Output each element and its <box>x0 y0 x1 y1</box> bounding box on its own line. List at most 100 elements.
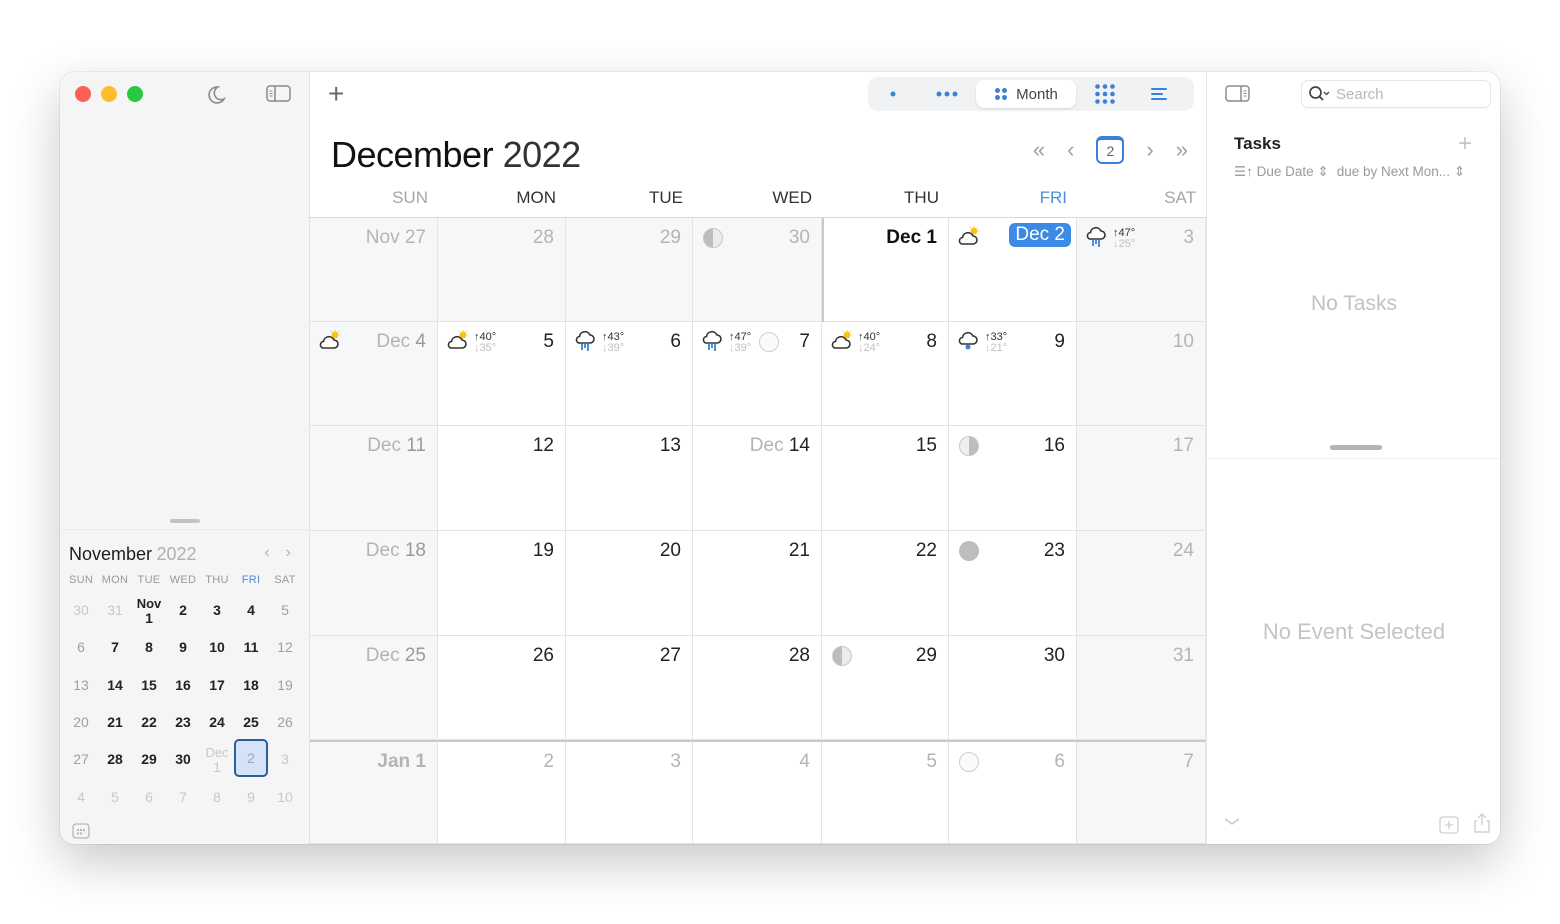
next-year-button[interactable]: » <box>1176 137 1188 163</box>
mini-day[interactable]: 10 <box>268 778 302 815</box>
mini-day[interactable]: 15 <box>132 667 166 704</box>
mini-day[interactable]: 18 <box>234 667 268 704</box>
view-list-button[interactable] <box>1134 80 1184 108</box>
day-cell[interactable]: 15 <box>822 426 949 531</box>
previous-year-button[interactable]: « <box>1033 137 1045 163</box>
day-cell[interactable]: 2 <box>438 740 566 844</box>
mini-day[interactable]: 3 <box>268 741 302 778</box>
search-field[interactable] <box>1301 80 1491 108</box>
moon-icon[interactable] <box>205 84 227 111</box>
mini-day[interactable]: 23 <box>166 704 200 741</box>
mini-day-selected[interactable]: 2 <box>234 739 268 778</box>
zoom-window-button[interactable] <box>127 86 143 102</box>
mini-day[interactable]: 16 <box>166 667 200 704</box>
day-cell[interactable]: 5 ↑40° ↓35° <box>438 322 566 426</box>
mini-day[interactable]: 4 <box>64 778 98 815</box>
day-cell[interactable]: Dec 14 <box>693 426 822 531</box>
day-cell[interactable]: 19 <box>438 531 566 636</box>
calendar-grid-icon[interactable] <box>72 822 90 844</box>
mini-day[interactable]: 10 <box>200 629 234 666</box>
mini-day[interactable]: 12 <box>268 629 302 666</box>
mini-day[interactable]: 29 <box>132 741 166 778</box>
share-icon[interactable] <box>1473 812 1491 839</box>
day-cell[interactable]: 30 <box>949 636 1077 740</box>
sidebar-toggle-icon[interactable] <box>266 84 292 109</box>
mini-day[interactable]: 14 <box>98 667 132 704</box>
day-cell[interactable]: 10 <box>1077 322 1206 426</box>
day-cell[interactable]: Dec 1 <box>822 218 949 322</box>
day-cell[interactable]: 7 ↑47° ↓39° <box>693 322 822 426</box>
panel-resize-handle[interactable] <box>1330 445 1382 450</box>
mini-day[interactable]: 2 <box>166 592 200 629</box>
day-cell[interactable]: 24 <box>1077 531 1206 636</box>
day-cell[interactable]: Dec 4 <box>310 322 438 426</box>
mini-day[interactable]: 13 <box>64 667 98 704</box>
sort-button[interactable]: ☰↑ Due Date ⇕ <box>1234 164 1329 180</box>
mini-day[interactable]: 30 <box>166 741 200 778</box>
mini-day[interactable]: 31 <box>98 592 132 629</box>
day-cell[interactable]: Dec 18 <box>310 531 438 636</box>
close-window-button[interactable] <box>75 86 91 102</box>
mini-prev-month-button[interactable]: ‹ <box>264 544 269 562</box>
day-cell[interactable]: 26 <box>438 636 566 740</box>
mini-day[interactable]: 5 <box>98 778 132 815</box>
mini-day[interactable]: 24 <box>200 704 234 741</box>
view-week-button[interactable] <box>918 80 976 108</box>
mini-day[interactable]: 7 <box>166 778 200 815</box>
sidebar-resize-handle[interactable] <box>170 519 200 523</box>
mini-day[interactable]: 6 <box>132 778 166 815</box>
day-cell[interactable]: Dec 2 <box>949 218 1077 322</box>
view-year-button[interactable] <box>1076 80 1134 108</box>
day-cell[interactable]: Jan 1 <box>310 740 438 844</box>
add-task-button[interactable]: + <box>1458 130 1472 158</box>
day-cell[interactable]: 3 ↑47° ↓25° <box>1077 218 1206 322</box>
mini-day[interactable]: 22 <box>132 704 166 741</box>
search-input[interactable] <box>1336 85 1476 103</box>
mini-day[interactable]: 4 <box>234 592 268 629</box>
day-cell[interactable]: 16 <box>949 426 1077 531</box>
previous-month-button[interactable]: ‹ <box>1067 137 1074 163</box>
day-cell[interactable]: 21 <box>693 531 822 636</box>
minimize-window-button[interactable] <box>101 86 117 102</box>
day-cell[interactable]: Dec 11 <box>310 426 438 531</box>
day-cell[interactable]: 8 ↑40° ↓24° <box>822 322 949 426</box>
day-cell[interactable]: 28 <box>693 636 822 740</box>
day-cell[interactable]: 28 <box>438 218 566 322</box>
view-day-button[interactable] <box>868 80 918 108</box>
today-button[interactable]: 2 <box>1096 136 1125 164</box>
inspector-toggle-icon[interactable] <box>1225 84 1251 109</box>
view-month-button[interactable]: Month <box>976 80 1076 108</box>
chevron-down-icon[interactable] <box>1223 814 1241 832</box>
day-cell[interactable]: 29 <box>566 218 693 322</box>
day-cell[interactable]: 6 <box>949 740 1077 844</box>
day-cell[interactable]: Nov 27 <box>310 218 438 322</box>
day-cell[interactable]: 31 <box>1077 636 1206 740</box>
day-cell[interactable]: 22 <box>822 531 949 636</box>
mini-day[interactable]: 26 <box>268 704 302 741</box>
mini-day[interactable]: Dec 1 <box>200 741 234 778</box>
day-cell[interactable]: 29 <box>822 636 949 740</box>
add-event-button[interactable]: + <box>328 80 344 108</box>
due-filter-button[interactable]: due by Next Mon... ⇕ <box>1337 164 1465 180</box>
mini-day[interactable]: 8 <box>132 629 166 666</box>
day-cell[interactable]: 9 ↑33° ↓21° <box>949 322 1077 426</box>
mini-day[interactable]: 21 <box>98 704 132 741</box>
mini-day[interactable]: 19 <box>268 667 302 704</box>
day-cell[interactable]: 3 <box>566 740 693 844</box>
mini-day[interactable]: 7 <box>98 629 132 666</box>
day-cell[interactable]: 27 <box>566 636 693 740</box>
mini-day[interactable]: 30 <box>64 592 98 629</box>
mini-day[interactable]: 9 <box>234 778 268 815</box>
mini-day[interactable]: 11 <box>234 629 268 666</box>
mini-day[interactable]: 28 <box>98 741 132 778</box>
day-cell[interactable]: 30 <box>693 218 822 322</box>
mini-day[interactable]: 17 <box>200 667 234 704</box>
add-to-calendar-icon[interactable] <box>1439 816 1459 839</box>
day-cell[interactable]: 6 ↑43° ↓39° <box>566 322 693 426</box>
day-cell[interactable]: 7 <box>1077 740 1206 844</box>
day-cell[interactable]: 5 <box>822 740 949 844</box>
mini-day[interactable]: 8 <box>200 778 234 815</box>
mini-day[interactable]: Nov 1 <box>132 592 166 629</box>
day-cell[interactable]: 17 <box>1077 426 1206 531</box>
mini-day[interactable]: 20 <box>64 704 98 741</box>
